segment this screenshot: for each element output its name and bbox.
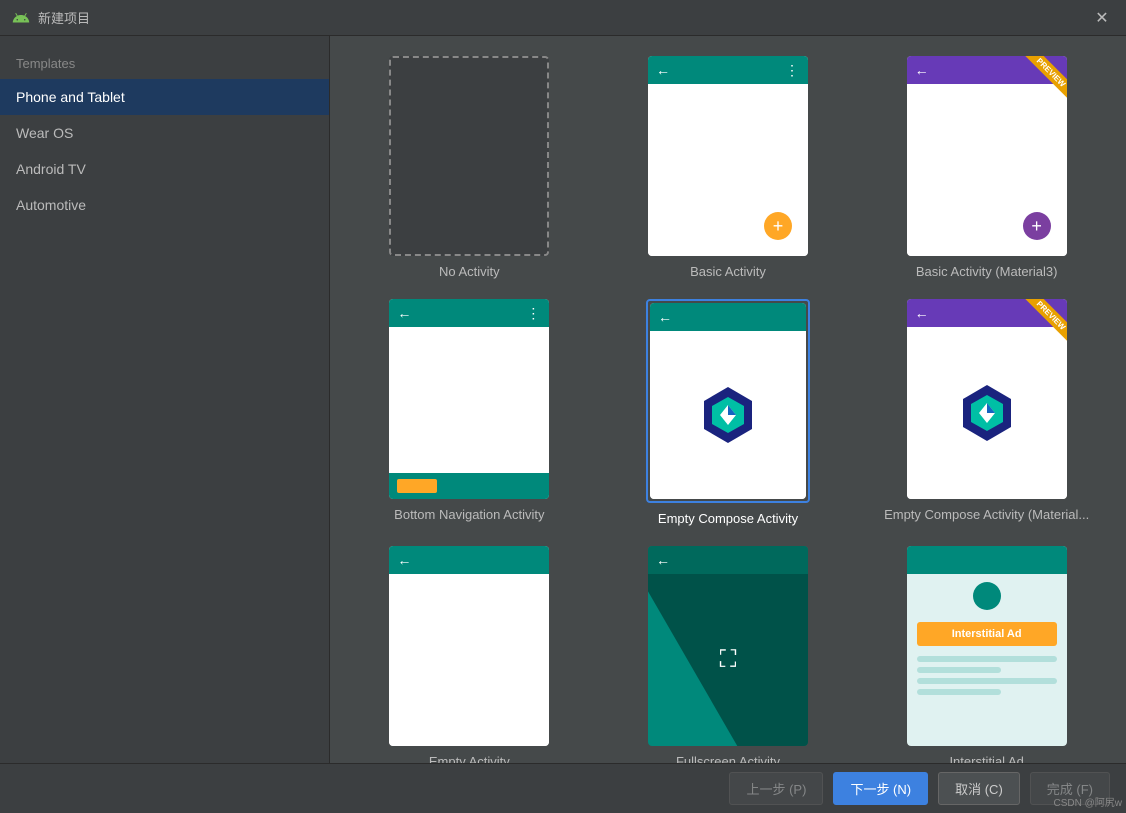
bottom-nav-body xyxy=(389,327,549,473)
empty-compose-m-card: ← PREVIEW xyxy=(907,299,1067,499)
template-empty-activity[interactable]: ← Empty Activity xyxy=(350,546,589,763)
empty-compose-body xyxy=(650,331,806,499)
fullscreen-icon: ⛶ xyxy=(720,646,737,674)
templates-grid: No Activity ← ⋮ + Basic Activity xyxy=(350,56,1106,763)
empty-activity-card: ← xyxy=(389,546,549,746)
template-basic-activity[interactable]: ← ⋮ + Basic Activity xyxy=(609,56,848,279)
basic-activity-body: + xyxy=(648,84,808,256)
interstitial-lines xyxy=(907,652,1067,704)
basic-activity-card: ← ⋮ + xyxy=(648,56,808,256)
template-label-empty-compose-m: Empty Compose Activity (Material... xyxy=(884,507,1089,522)
basic-activity-m3-body: + xyxy=(907,84,1067,256)
template-label-fullscreen: Fullscreen Activity xyxy=(676,754,780,763)
template-bottom-nav[interactable]: ← ⋮ Bottom Navigation Activity xyxy=(350,299,589,526)
android-icon xyxy=(12,9,30,27)
back-arrow-icon: ← xyxy=(656,552,670,568)
empty-compose-topbar: ← xyxy=(650,303,806,331)
template-label-bottom-nav: Bottom Navigation Activity xyxy=(394,507,544,522)
fab-purple-button: + xyxy=(1023,212,1051,240)
empty-activity-topbar: ← xyxy=(389,546,549,574)
back-arrow-icon: ← xyxy=(915,305,929,321)
fab-button: + xyxy=(764,212,792,240)
fullscreen-card: ← ⛶ xyxy=(648,546,808,746)
sidebar-item-wear-os[interactable]: Wear OS xyxy=(0,115,329,151)
preview-badge: PREVIEW xyxy=(1017,56,1067,106)
sidebar: Templates Phone and Tablet Wear OS Andro… xyxy=(0,36,330,763)
overflow-icon: ⋮ xyxy=(526,305,541,322)
empty-compose-m-body xyxy=(907,327,1067,499)
bottom-nav-bar xyxy=(389,473,549,499)
template-empty-compose-material[interactable]: ← PREVIEW Empty Compose Activi xyxy=(867,299,1106,526)
bottom-nav-card: ← ⋮ xyxy=(389,299,549,499)
dialog-bar: 上一步 (P) 下一步 (N) 取消 (C) 完成 (F) xyxy=(0,763,1126,813)
main-content: Templates Phone and Tablet Wear OS Andro… xyxy=(0,36,1126,763)
back-button[interactable]: 上一步 (P) xyxy=(729,772,823,805)
close-button[interactable]: ✕ xyxy=(1090,6,1114,30)
template-label-basic-activity-m3: Basic Activity (Material3) xyxy=(916,264,1058,279)
back-arrow-icon: ← xyxy=(397,305,411,321)
fullscreen-body: ⛶ xyxy=(648,574,808,746)
interstitial-line-2 xyxy=(917,667,1001,673)
template-label-empty-activity: Empty Activity xyxy=(429,754,510,763)
empty-compose-card: ← xyxy=(650,303,806,499)
next-button[interactable]: 下一步 (N) xyxy=(833,772,928,805)
sidebar-item-android-tv[interactable]: Android TV xyxy=(0,151,329,187)
interstitial-topbar xyxy=(907,546,1067,574)
selected-border: ← xyxy=(646,299,810,503)
watermark: CSDN @阿尻w xyxy=(1054,794,1123,809)
interstitial-line-1 xyxy=(917,656,1057,662)
fullscreen-topbar: ← xyxy=(648,546,808,574)
interstitial-ad-banner: Interstitial Ad xyxy=(917,622,1057,646)
sidebar-section-label: Templates xyxy=(0,44,329,79)
bottom-nav-topbar: ← ⋮ xyxy=(389,299,549,327)
compose-logo-m-icon xyxy=(955,381,1019,445)
preview-badge-text: PREVIEW xyxy=(1025,299,1067,341)
preview-badge-text: PREVIEW xyxy=(1025,56,1067,98)
template-basic-activity-material3[interactable]: ← ⋮ + PREVIEW Basic Activity (Material3) xyxy=(867,56,1106,279)
back-arrow-icon: ← xyxy=(915,62,929,78)
cancel-button[interactable]: 取消 (C) xyxy=(938,772,1020,805)
title-bar-text: 新建项目 xyxy=(38,8,90,27)
empty-activity-body xyxy=(389,574,549,746)
no-activity-card xyxy=(389,56,549,256)
template-label-interstitial-ad: Interstitial Ad xyxy=(949,754,1023,763)
template-label-basic-activity: Basic Activity xyxy=(690,264,766,279)
title-bar: 新建项目 ✕ xyxy=(0,0,1126,36)
back-arrow-icon: ← xyxy=(656,62,670,78)
basic-activity-topbar: ← ⋮ xyxy=(648,56,808,84)
template-interstitial-ad[interactable]: Interstitial Ad Interstitial Ad xyxy=(867,546,1106,763)
preview-badge-compose-m: PREVIEW xyxy=(1017,299,1067,349)
bottom-nav-tab xyxy=(397,479,437,493)
sidebar-item-phone-tablet[interactable]: Phone and Tablet xyxy=(0,79,329,115)
interstitial-ad-card: Interstitial Ad xyxy=(907,546,1067,746)
back-arrow-icon: ← xyxy=(658,309,672,325)
template-fullscreen[interactable]: ← ⛶ Fullscreen Activity xyxy=(609,546,848,763)
basic-activity-m3-card: ← ⋮ + PREVIEW xyxy=(907,56,1067,256)
back-arrow-icon: ← xyxy=(397,552,411,568)
compose-logo-icon xyxy=(696,383,760,447)
interstitial-circle xyxy=(973,582,1001,610)
template-empty-compose[interactable]: ← xyxy=(609,299,848,526)
template-area: No Activity ← ⋮ + Basic Activity xyxy=(330,36,1126,763)
template-no-activity[interactable]: No Activity xyxy=(350,56,589,279)
interstitial-line-3 xyxy=(917,678,1057,684)
template-label-no-activity: No Activity xyxy=(439,264,500,279)
interstitial-line-4 xyxy=(917,689,1001,695)
overflow-icon: ⋮ xyxy=(785,62,800,79)
sidebar-item-automotive[interactable]: Automotive xyxy=(0,187,329,223)
template-label-empty-compose: Empty Compose Activity xyxy=(658,511,798,526)
